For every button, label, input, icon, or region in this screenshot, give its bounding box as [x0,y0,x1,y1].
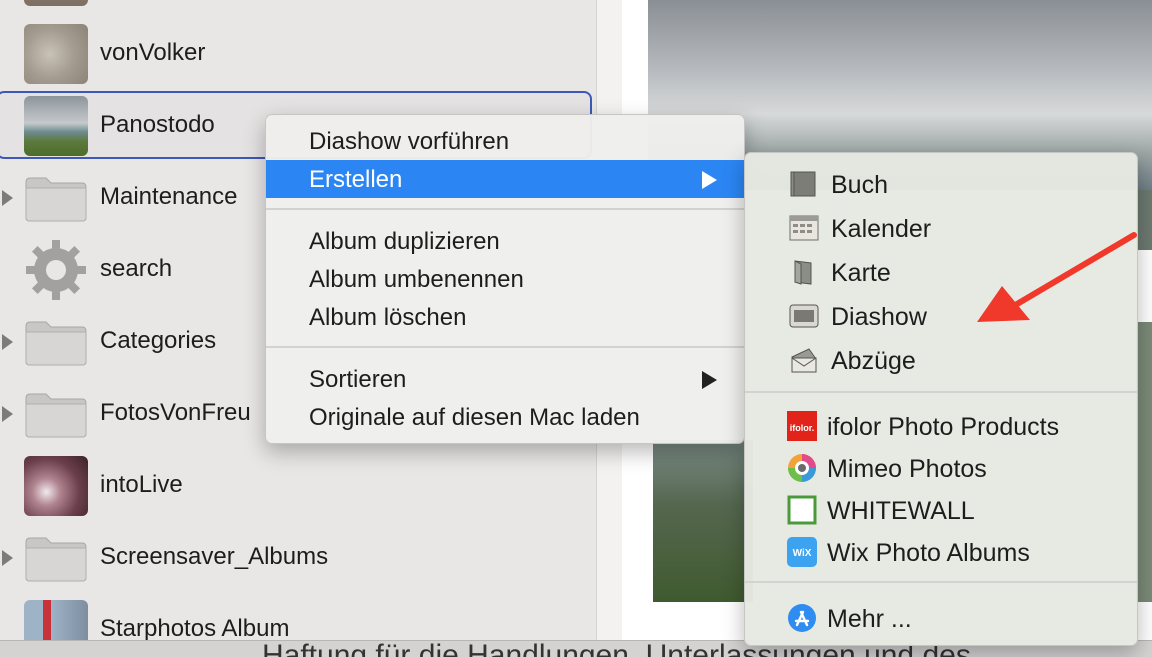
submenu-item-label: Karte [831,259,891,287]
submenu-item-diashow[interactable]: Diashow [745,295,1137,335]
submenu-item-label: Buch [831,171,888,199]
photo-strip [1136,322,1152,602]
album-thumbnail [24,96,88,156]
submenu-item-karte[interactable]: Karte [745,251,1137,291]
submenu-item-mehr[interactable]: Mehr ... [745,597,1137,637]
submenu-item-mimeo[interactable]: Mimeo Photos [745,447,1137,487]
disclosure-triangle-icon[interactable] [2,190,13,206]
card-icon [794,260,812,285]
folder-icon [25,537,87,582]
folder-icon [25,177,87,222]
menu-item-label: Album duplizieren [309,228,500,255]
disclosure-triangle-icon[interactable] [2,406,13,422]
menu-item-label: Erstellen [309,166,403,193]
menu-item-label: Album umbenennen [309,266,524,293]
mimeo-icon [788,454,816,482]
menu-separator [266,208,744,210]
album-thumbnail [24,600,88,640]
svg-text:WiX: WiX [793,548,812,559]
menu-item-label: Diashow vorführen [309,128,510,155]
sidebar-item-label: Maintenance [100,183,238,210]
menu-item-erstellen[interactable]: Erstellen [266,160,744,198]
wix-icon: WiX [787,537,817,567]
disclosure-triangle-icon[interactable] [2,550,13,566]
book-icon [790,171,816,197]
submenu-arrow-icon [702,171,717,189]
folder-icon [25,321,87,366]
sidebar-item-label: Screensaver_Albums [100,543,329,570]
submenu-item-wix[interactable]: WiX Wix Photo Albums [745,531,1137,571]
sidebar-item-label: intoLive [100,471,183,498]
slideshow-icon [789,304,819,328]
menu-item-album-loeschen[interactable]: Album löschen [266,298,744,336]
menu-item-album-umbenennen[interactable]: Album umbenennen [266,260,744,298]
calendar-icon [789,215,819,241]
album-thumbnail [24,24,88,84]
submenu-arrow-icon [702,371,717,389]
submenu-item-label: ifolor Photo Products [827,413,1060,441]
submenu-item-label: WHITEWALL [827,497,975,525]
menu-item-label: Album löschen [309,304,467,331]
submenu-item-label: Kalender [831,215,932,243]
whitewall-icon [787,495,817,525]
submenu-item-label: Diashow [831,303,927,331]
menu-item-album-duplizieren[interactable]: Album duplizieren [266,222,744,260]
menu-separator [745,581,1137,583]
sidebar-item-vonvolker[interactable]: vonVolker [0,18,596,90]
menu-item-label: Originale auf diesen Mac laden [309,404,640,431]
folder-icon [25,393,87,438]
sidebar-item-label: FotosVonFreu [100,399,251,426]
disclosure-triangle-icon[interactable] [2,334,13,350]
menu-item-diashow-vorfuehren[interactable]: Diashow vorführen [266,122,744,160]
sidebar-item-label: vonVolker [100,39,206,66]
sidebar-item-label: Starphotos Album [100,615,290,640]
erstellen-submenu: Buch Kalender Karte Diashow Abzüge ifolo… [744,152,1138,646]
svg-text:ifolor.: ifolor. [790,423,815,433]
submenu-item-label: Wix Photo Albums [827,539,1030,567]
ifolor-icon: ifolor. [787,411,817,441]
menu-item-sortieren[interactable]: Sortieren [266,360,744,398]
album-thumbnail [24,0,88,6]
sidebar-item-intolive[interactable]: intoLive [0,450,596,522]
menu-item-label: Sortieren [309,366,407,393]
submenu-item-label: Abzüge [831,347,916,375]
submenu-item-kalender[interactable]: Kalender [745,207,1137,247]
submenu-item-ifolor[interactable]: ifolor. ifolor Photo Products [745,405,1137,445]
album-thumbnail [24,456,88,516]
submenu-item-label: Mimeo Photos [827,455,987,483]
menu-item-originale-laden[interactable]: Originale auf diesen Mac laden [266,398,744,436]
sidebar-item-label: search [100,255,173,282]
sidebar-row-partial[interactable] [0,0,596,12]
menu-separator [266,346,744,348]
album-context-menu: Diashow vorführen Erstellen Album dupliz… [265,114,745,444]
sidebar-item-label: Categories [100,327,217,354]
app-store-icon [788,604,816,632]
submenu-item-abzuege[interactable]: Abzüge [745,339,1137,379]
photo-strip [1136,190,1152,250]
submenu-item-label: Mehr ... [827,605,912,633]
submenu-item-buch[interactable]: Buch [745,163,1137,203]
sidebar-item-label: Panostodo [100,111,215,138]
prints-icon [791,348,817,373]
menu-separator [745,391,1137,393]
sidebar-item-starphotos-album[interactable]: Starphotos Album [0,594,596,640]
submenu-item-whitewall[interactable]: WHITEWALL [745,489,1137,529]
landscape-photo[interactable] [653,440,753,602]
gear-icon [26,240,86,300]
sidebar-item-screensaver-albums[interactable]: Screensaver_Albums [0,522,596,594]
